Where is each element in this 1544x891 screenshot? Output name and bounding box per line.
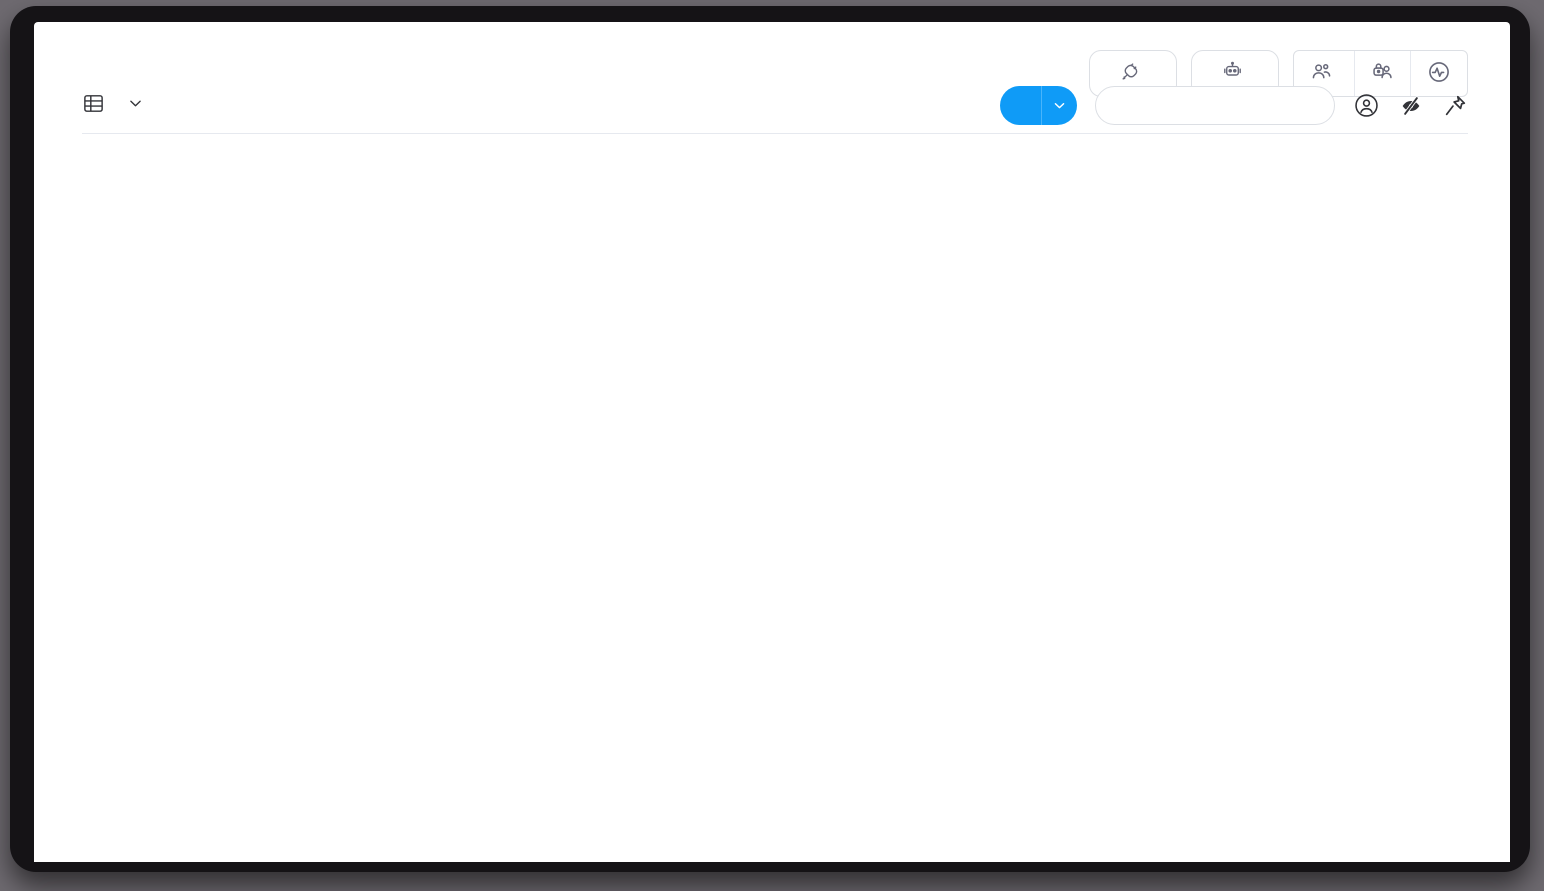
app-screen — [34, 22, 1510, 862]
search-filter-box[interactable] — [1095, 86, 1335, 125]
search-input[interactable] — [1114, 96, 1316, 115]
new-item-button[interactable] — [1000, 86, 1077, 125]
new-item-label — [1000, 86, 1041, 125]
toolbar-right — [1000, 86, 1468, 125]
chevron-down-icon[interactable] — [127, 95, 144, 117]
screenshot-frame — [0, 0, 1544, 891]
board-toolbar — [82, 78, 1468, 134]
board-header — [34, 22, 1510, 52]
person-circle-icon[interactable] — [1353, 92, 1380, 119]
view-tab-main-table[interactable] — [82, 92, 144, 120]
table-icon — [82, 92, 105, 120]
eye-slash-icon[interactable] — [1398, 93, 1424, 119]
new-item-dropdown[interactable] — [1041, 86, 1077, 125]
pin-icon[interactable] — [1442, 93, 1468, 119]
